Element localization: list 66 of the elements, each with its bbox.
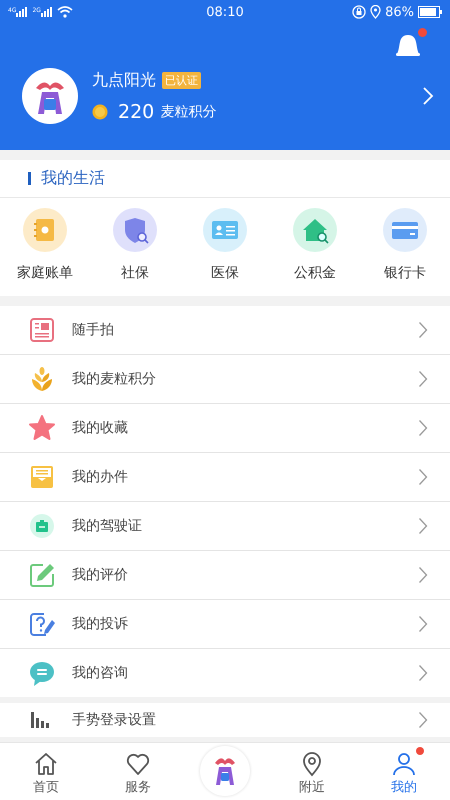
chevron-right-icon [418, 711, 428, 729]
signal-icon [16, 7, 28, 17]
tab[interactable]: 附近 [282, 750, 342, 796]
wifi-icon [56, 6, 73, 18]
chevron-right-icon [418, 517, 428, 535]
service-label[interactable]: 社保 [121, 264, 149, 282]
tab[interactable]: 首页 [16, 750, 76, 796]
menu-label: 我的评价 [72, 566, 129, 584]
menu-label: 我的驾驶证 [72, 517, 143, 535]
menu-label: 我的投诉 [72, 615, 129, 633]
notification-bell-icon[interactable] [394, 32, 422, 58]
newspaper-icon [28, 316, 56, 344]
menu-row[interactable]: 我的咨询 [0, 649, 450, 697]
center-tab-button[interactable] [200, 746, 250, 796]
avatar-logo [22, 68, 78, 124]
user-name: 九点阳光 [92, 70, 156, 90]
idcard-icon[interactable] [203, 208, 247, 252]
menu-label: 我的办件 [72, 468, 129, 486]
pencil-icon [28, 561, 56, 589]
menu-row[interactable]: 我的麦粒积分 [0, 355, 450, 404]
rotation-lock-icon [352, 5, 366, 19]
question-icon [28, 610, 56, 638]
battery-icon [418, 6, 442, 18]
clock-time: 08:10 [206, 4, 244, 20]
service-label[interactable]: 家庭账单 [17, 264, 73, 282]
star-icon [28, 414, 56, 442]
coin-icon [92, 104, 108, 120]
service-label[interactable]: 银行卡 [384, 264, 426, 282]
battery-percent: 86% [385, 4, 414, 20]
chat-icon [28, 659, 56, 687]
chevron-right-icon [418, 321, 428, 339]
section-title: 我的生活 [41, 168, 105, 189]
tab[interactable]: 我的 [374, 750, 434, 796]
location-icon [370, 5, 382, 19]
menu-row[interactable]: 我的评价 [0, 551, 450, 600]
menu-label: 手势登录设置 [72, 711, 157, 729]
chevron-right-icon [418, 370, 428, 388]
menu-label: 随手拍 [72, 321, 115, 339]
points-value: 220 [118, 100, 154, 122]
menu-row[interactable]: 我的驾驶证 [0, 502, 450, 551]
menu-label: 我的咨询 [72, 664, 129, 682]
house-icon[interactable] [293, 208, 337, 252]
shield-icon[interactable] [113, 208, 157, 252]
menu-label: 我的麦粒积分 [72, 370, 157, 388]
user-icon [390, 750, 418, 778]
menu-row[interactable]: 手势登录设置 [0, 703, 450, 737]
chevron-right-icon [418, 419, 428, 437]
chevron-right-icon [418, 615, 428, 633]
service-label[interactable]: 医保 [211, 264, 239, 282]
chevron-right-icon [418, 566, 428, 584]
chevron-right-icon[interactable] [422, 86, 434, 106]
menu-label: 我的收藏 [72, 419, 129, 437]
bankcard-icon[interactable] [383, 208, 427, 252]
accent-bar [28, 172, 31, 185]
menu-row[interactable]: 我的办件 [0, 453, 450, 502]
tray-icon [28, 463, 56, 491]
menu-row[interactable]: 我的收藏 [0, 404, 450, 453]
chevron-right-icon [418, 468, 428, 486]
points-label: 麦粒积分 [160, 102, 216, 120]
verified-badge: 已认证 [162, 72, 201, 88]
chevron-right-icon [418, 664, 428, 682]
menu-row[interactable]: 我的投诉 [0, 600, 450, 649]
menu-row[interactable]: 随手拍 [0, 306, 450, 355]
tab[interactable]: 服务 [108, 750, 168, 796]
service-label[interactable]: 公积金 [294, 264, 336, 282]
signal-icon [40, 7, 53, 17]
